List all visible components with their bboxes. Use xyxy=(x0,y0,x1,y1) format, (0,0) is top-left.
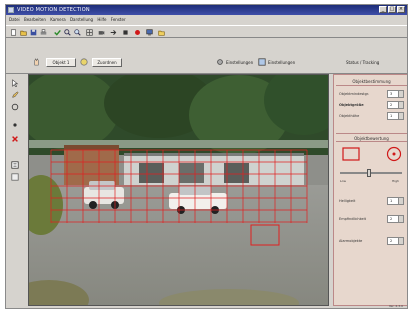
close-button[interactable]: × xyxy=(397,6,405,13)
rect-zone-icon[interactable] xyxy=(342,147,360,161)
min-size-input[interactable]: 3 xyxy=(387,90,404,98)
circle-zone-icon[interactable] xyxy=(386,146,402,162)
assign-button[interactable]: Zuordnen xyxy=(92,58,122,67)
open-icon[interactable] xyxy=(20,29,27,36)
slider-high-label: High xyxy=(392,179,399,183)
menu-item-kamera[interactable]: Kamera xyxy=(50,16,65,24)
zone-settings-label[interactable]: Einstellungen xyxy=(226,60,253,65)
menu-item-hilfe[interactable]: Hilfe xyxy=(97,16,106,24)
menu-item-bearbeiten[interactable]: Bearbeiten xyxy=(24,16,46,24)
pencil-icon[interactable] xyxy=(11,91,19,99)
field-label-sensitivity: Empfindlichkeit xyxy=(339,217,366,221)
check-icon[interactable] xyxy=(54,29,61,36)
minimize-button[interactable]: _ xyxy=(379,6,387,13)
object-1-button[interactable]: Objekt 1 xyxy=(46,58,76,67)
menu-item-datei[interactable]: Datei xyxy=(9,16,20,24)
monitor-icon[interactable] xyxy=(146,29,153,36)
field-label-brightness: Helligkeit xyxy=(339,199,356,203)
layer-icon[interactable] xyxy=(11,161,19,169)
detection-toolbar: Objekt 1 Zuordnen Einstellungen Einstell… xyxy=(6,50,407,110)
hand-icon[interactable] xyxy=(32,57,41,66)
status-tracking-label[interactable]: Status / Tracking xyxy=(346,60,379,65)
menu-item-darstellung[interactable]: Darstellung xyxy=(70,16,93,24)
field-label-size: Objektgröße xyxy=(339,103,364,107)
field-label-min-size: Objektmindestgr. xyxy=(339,92,370,96)
slider-low-label: Low xyxy=(340,179,346,183)
circle-icon[interactable] xyxy=(11,103,19,111)
panel-title: Objektbestimmung xyxy=(336,77,407,86)
arrow-icon[interactable] xyxy=(110,29,117,36)
settings-panel: Objektbestimmung Objektmindestgr. 3 Obje… xyxy=(333,74,407,306)
sensitivity-input[interactable]: 2 xyxy=(387,215,404,223)
app-icon xyxy=(8,7,14,13)
delete-icon[interactable] xyxy=(11,135,19,143)
text-icon[interactable] xyxy=(11,173,19,181)
title-bar: VIDEO MOTION DETECTION _ □ × xyxy=(6,5,407,15)
camera-image xyxy=(29,75,328,305)
print-icon[interactable] xyxy=(40,29,47,36)
main-toolbar xyxy=(6,25,407,38)
search-icon[interactable] xyxy=(64,29,71,36)
pointer-icon[interactable] xyxy=(11,79,19,87)
field-label-alarm-objects: Alarmobjekte xyxy=(339,239,363,243)
height-input[interactable]: 1 xyxy=(387,112,404,120)
slider-thumb[interactable] xyxy=(367,169,371,177)
menu-item-fenster[interactable]: Fenster xyxy=(111,16,126,24)
field-label-height: Objekthöhe xyxy=(339,114,360,118)
section2-title: Objektbewertung xyxy=(336,133,407,142)
slider-track[interactable] xyxy=(340,172,402,174)
detection-icon[interactable] xyxy=(258,58,266,66)
brightness-input[interactable]: 1 xyxy=(387,197,404,205)
cam-icon[interactable] xyxy=(98,29,105,36)
save-icon[interactable] xyxy=(30,29,37,36)
status-text: Ver. 2.3.0 xyxy=(388,304,403,308)
record-icon[interactable] xyxy=(134,29,141,36)
window-title: VIDEO MOTION DETECTION xyxy=(17,7,90,13)
status-bar: Ver. 2.3.0 xyxy=(6,304,407,308)
alarm-objects-input[interactable]: 2 xyxy=(387,237,404,245)
left-tool-strip xyxy=(8,77,22,197)
grid-icon[interactable] xyxy=(86,29,93,36)
settings-icon[interactable] xyxy=(216,58,224,66)
folder-icon[interactable] xyxy=(158,29,165,36)
apply-icon[interactable] xyxy=(80,58,88,66)
detection-settings-label[interactable]: Einstellungen xyxy=(268,60,295,65)
menu-bar: Datei Bearbeiten Kamera Darstellung Hilf… xyxy=(6,16,407,24)
stop-icon[interactable] xyxy=(122,29,129,36)
zoom-icon[interactable] xyxy=(74,29,81,36)
dot-icon[interactable] xyxy=(11,121,19,129)
new-icon[interactable] xyxy=(10,29,17,36)
app-window: VIDEO MOTION DETECTION _ □ × Datei Bearb… xyxy=(5,4,408,309)
size-input[interactable]: 2 xyxy=(387,101,404,109)
camera-view[interactable] xyxy=(28,74,329,306)
maximize-button[interactable]: □ xyxy=(388,6,396,13)
